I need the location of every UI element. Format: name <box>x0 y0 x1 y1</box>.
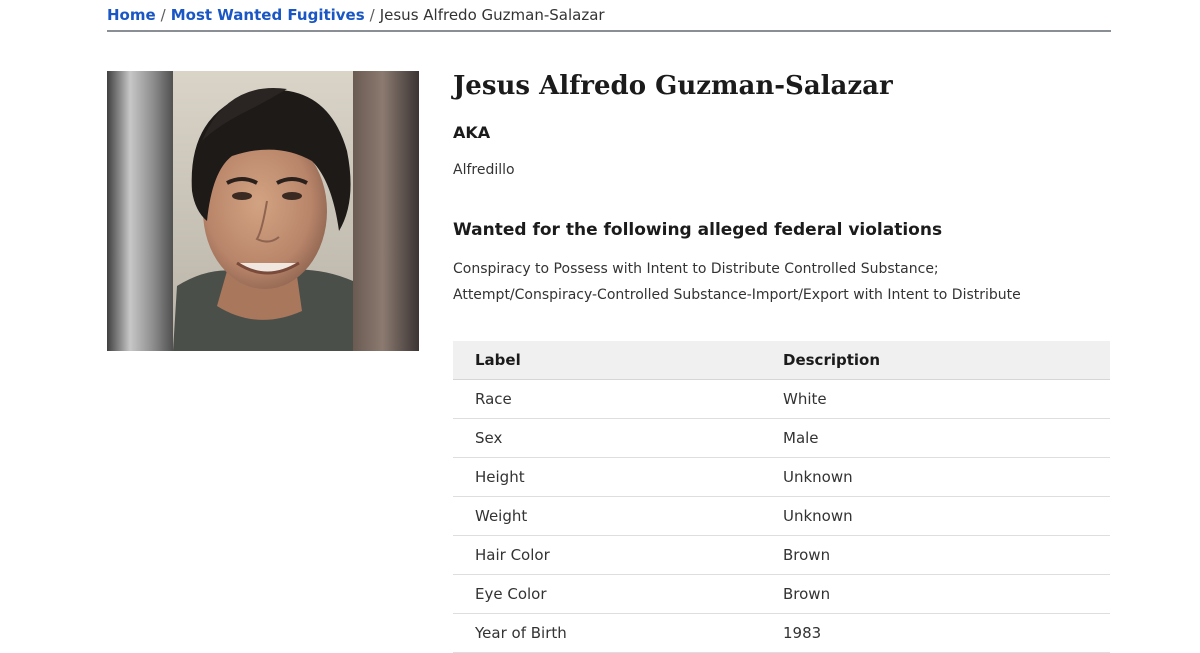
aka-value: Alfredillo <box>453 162 515 178</box>
table-row: Race White <box>453 379 1110 419</box>
fugitive-photo <box>107 71 419 351</box>
row-label: Race <box>453 379 761 419</box>
fugitive-name: Jesus Alfredo Guzman-Salazar <box>453 71 893 101</box>
row-value: Brown <box>761 535 1110 575</box>
breadcrumb-most-wanted-link[interactable]: Most Wanted Fugitives <box>171 6 365 24</box>
row-value: Brown <box>761 574 1110 614</box>
table-row: Height Unknown <box>453 457 1110 497</box>
column-header-description: Description <box>761 341 1110 380</box>
table-row: Year of Birth 1983 <box>453 613 1110 653</box>
row-label: Eye Color <box>453 574 761 614</box>
row-value: Unknown <box>761 457 1110 497</box>
details-table: Label Description Race White Sex Male He… <box>453 341 1110 653</box>
column-header-label: Label <box>453 341 761 380</box>
breadcrumb-home-link[interactable]: Home <box>107 6 156 24</box>
row-value: Male <box>761 418 1110 458</box>
row-label: Year of Birth <box>453 613 761 653</box>
violation-item: Attempt/Conspiracy-Controlled Substance-… <box>453 287 1021 303</box>
row-label: Hair Color <box>453 535 761 575</box>
row-value: White <box>761 379 1110 419</box>
row-value: 1983 <box>761 613 1110 653</box>
table-header-row: Label Description <box>453 341 1110 380</box>
breadcrumb: Home / Most Wanted Fugitives / Jesus Alfredo… <box>107 4 1111 32</box>
violation-item: Conspiracy to Possess with Intent to Dis… <box>453 261 939 277</box>
row-label: Weight <box>453 496 761 536</box>
table-row: Eye Color Brown <box>453 574 1110 614</box>
table-row: Sex Male <box>453 418 1110 458</box>
row-label: Height <box>453 457 761 497</box>
row-value: Unknown <box>761 496 1110 536</box>
breadcrumb-current: Jesus Alfredo Guzman-Salazar <box>379 6 605 24</box>
portrait-image <box>107 71 419 351</box>
violations-heading: Wanted for the following alleged federal… <box>453 220 943 240</box>
aka-heading: AKA <box>453 123 491 142</box>
table-row: Hair Color Brown <box>453 535 1110 575</box>
row-label: Sex <box>453 418 761 458</box>
breadcrumb-separator: / <box>369 6 375 24</box>
breadcrumb-separator: / <box>160 6 166 24</box>
table-row: Weight Unknown <box>453 496 1110 536</box>
violations-list: Conspiracy to Possess with Intent to Dis… <box>453 256 1113 308</box>
